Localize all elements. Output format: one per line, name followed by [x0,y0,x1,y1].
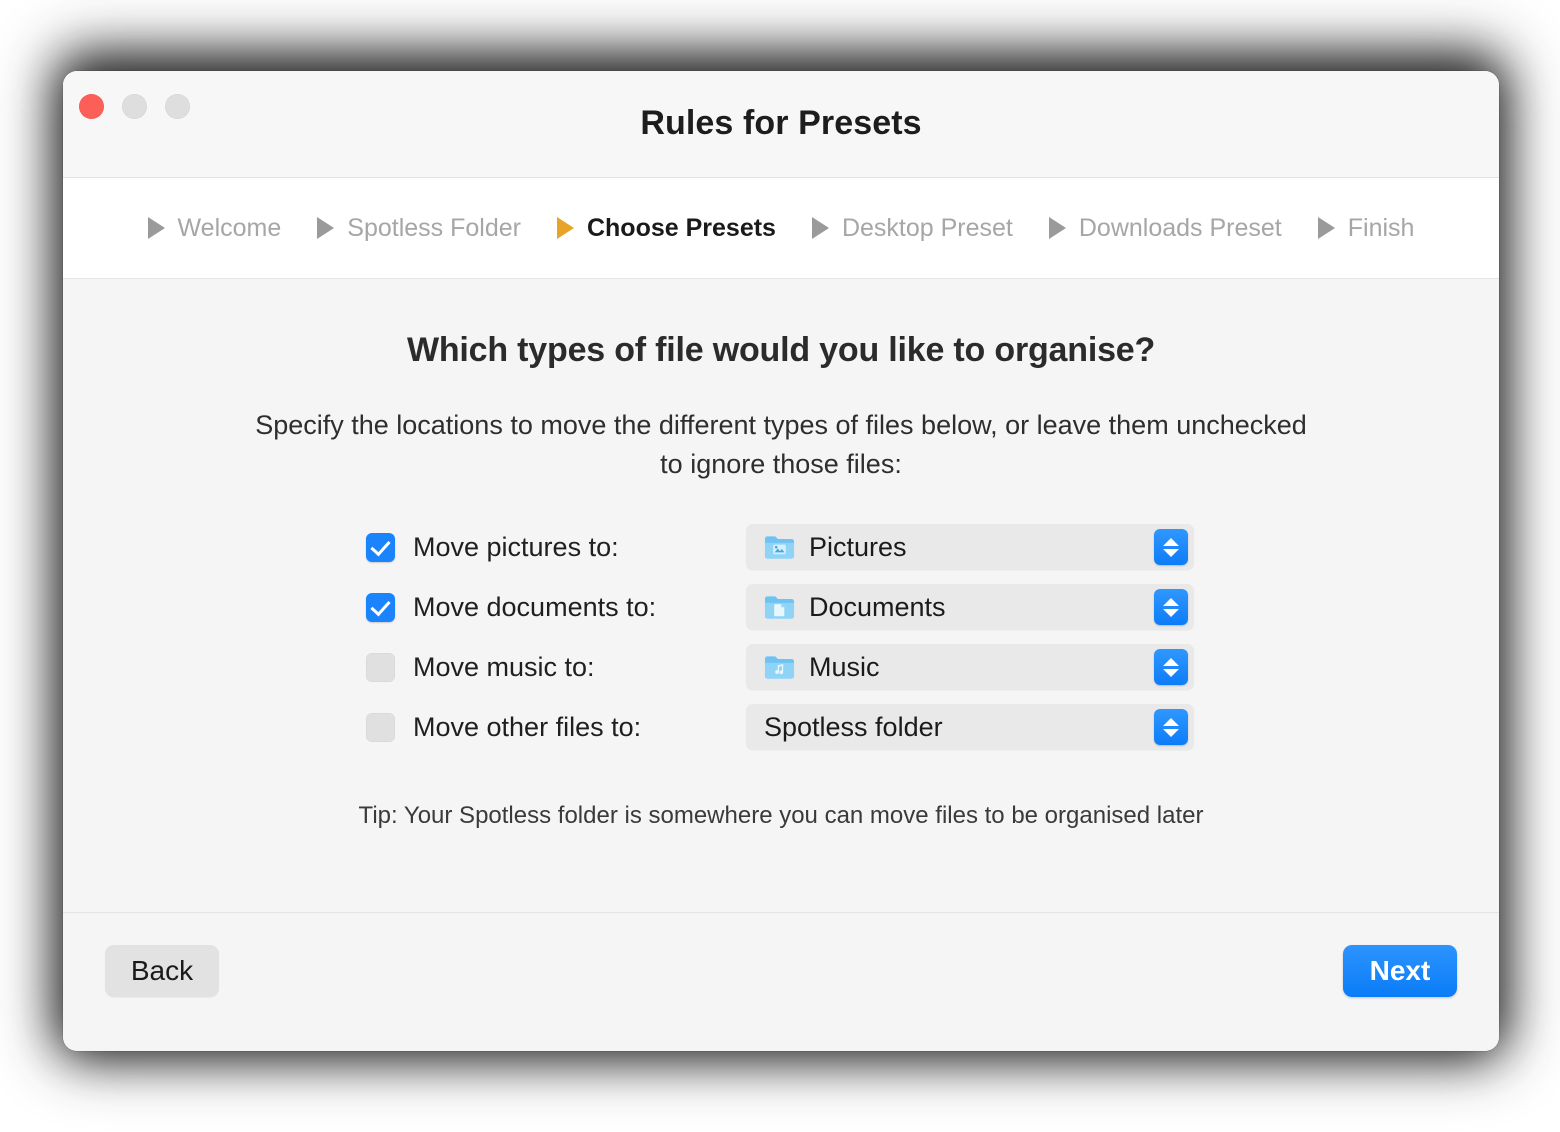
next-button[interactable]: Next [1343,945,1457,997]
select-documents-destination[interactable]: Documents [746,584,1194,631]
select-music-destination[interactable]: Music [746,644,1194,691]
step-label: Choose Presets [586,213,776,242]
row-left: Move other files to: [366,712,746,743]
chevron-down-icon [1163,548,1179,557]
row-label: Move documents to: [413,591,657,622]
triangle-right-icon [1048,217,1066,239]
stepper-other-files[interactable] [1154,709,1188,746]
wizard-step-bar: Welcome Spotless Folder Choose Presets D… [63,178,1499,279]
triangle-right-icon [1317,217,1335,239]
triangle-right-icon [317,217,335,239]
row-music: Move music to: Music [366,644,1196,691]
triangle-right-icon [147,217,165,239]
select-value: Pictures [809,531,907,562]
app-window: Rules for Presets Welcome Spotless Folde… [63,71,1499,1051]
chevron-up-icon [1163,537,1179,546]
chevron-down-icon [1163,608,1179,617]
checkbox-move-documents[interactable] [366,592,395,622]
step-label: Downloads Preset [1078,213,1282,242]
chevron-up-icon [1163,657,1179,666]
step-label: Spotless Folder [347,213,521,242]
step-welcome[interactable]: Welcome [130,214,300,243]
step-finish[interactable]: Finish [1300,214,1433,243]
tip-text: Tip: Your Spotless folder is somewhere y… [358,802,1204,830]
stepper-documents[interactable] [1154,589,1188,626]
row-left: Move documents to: [366,592,746,623]
row-label: Move music to: [413,651,595,682]
select-value: Music [809,651,880,682]
row-left: Move pictures to: [366,532,746,563]
main-content: Which types of file would you like to or… [63,279,1499,912]
chevron-down-icon [1163,668,1179,677]
row-left: Move music to: [366,652,746,683]
triangle-right-icon [556,217,574,239]
page-root: Rules for Presets Welcome Spotless Folde… [0,0,1560,1132]
page-title: Which types of file would you like to or… [406,331,1156,369]
step-spotless-folder[interactable]: Spotless Folder [299,214,539,243]
stepper-music[interactable] [1154,649,1188,686]
step-downloads-preset[interactable]: Downloads Preset [1031,214,1300,243]
page-description: Specify the locations to move the differ… [255,410,1307,480]
back-button[interactable]: Back [105,945,219,997]
chevron-down-icon [1163,728,1179,737]
select-pictures-destination[interactable]: Pictures [746,524,1194,571]
checkbox-move-pictures[interactable] [366,532,395,562]
select-other-files-destination[interactable]: Spotless folder [746,704,1194,751]
row-pictures: Move pictures to: Pictures [366,524,1196,571]
folder-music-icon [764,656,795,679]
select-value: Documents [809,591,946,622]
chevron-up-icon [1163,717,1179,726]
window-titlebar: Rules for Presets [63,71,1499,178]
step-desktop-preset[interactable]: Desktop Preset [794,214,1031,243]
preset-rows: Move pictures to: Pictures Move document… [63,524,1499,751]
step-choose-presets[interactable]: Choose Presets [539,214,794,243]
step-label: Desktop Preset [841,213,1013,242]
step-label: Finish [1347,213,1415,242]
stepper-pictures[interactable] [1154,529,1188,566]
window-footer: Back Next [63,912,1499,1051]
window-title: Rules for Presets [640,104,922,142]
triangle-right-icon [811,217,829,239]
row-documents: Move documents to: Documents [366,584,1196,631]
select-value: Spotless folder [764,711,943,742]
checkbox-move-other-files[interactable] [366,712,395,742]
row-label: Move pictures to: [413,531,619,562]
folder-documents-icon [764,596,795,619]
step-label: Welcome [177,213,282,242]
checkbox-move-music[interactable] [366,652,395,682]
folder-pictures-icon [764,536,795,559]
row-other-files: Move other files to: Spotless folder [366,704,1196,751]
chevron-up-icon [1163,597,1179,606]
row-label: Move other files to: [413,711,642,742]
